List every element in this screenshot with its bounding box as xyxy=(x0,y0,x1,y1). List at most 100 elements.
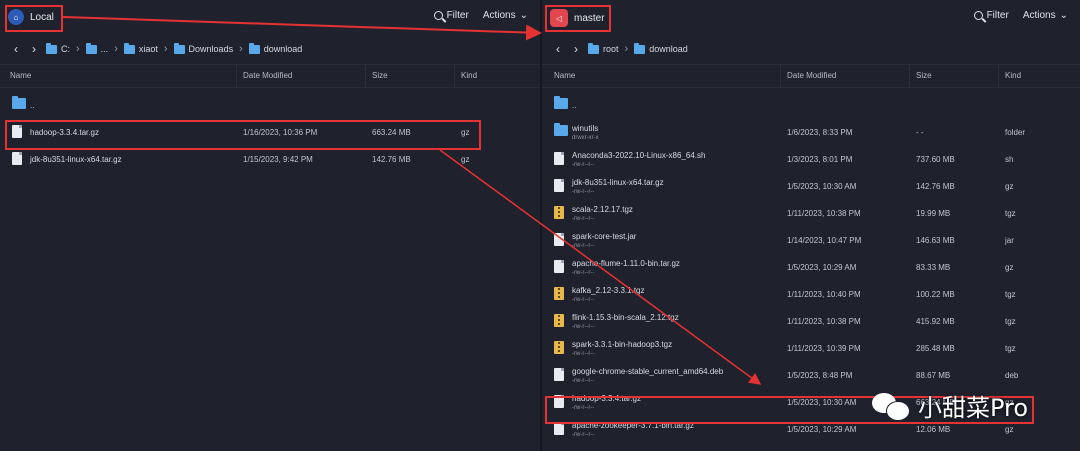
archive-icon xyxy=(554,314,564,327)
file-date: 1/14/2023, 10:47 PM xyxy=(787,236,862,245)
file-name: google-chrome-stable_current_amd64.deb xyxy=(572,367,724,376)
folder-icon xyxy=(588,42,599,54)
table-row[interactable]: jdk-8u351-linux-x64.tar.gz 1/15/2023, 9:4… xyxy=(0,146,540,173)
file-size: 12.06 MB xyxy=(916,425,951,434)
file-kind: deb xyxy=(1005,371,1019,380)
column-name[interactable]: Name xyxy=(554,71,575,80)
search-icon xyxy=(973,11,983,20)
breadcrumb-item[interactable]: Downloads xyxy=(173,42,233,54)
file-permissions: -rw-r--r-- xyxy=(572,216,595,222)
folder-icon xyxy=(85,42,97,54)
watermark: 小甜菜Pro xyxy=(872,388,1028,423)
file-name: jdk-8u351-linux-x64.tar.gz xyxy=(572,178,664,187)
table-row[interactable]: winutils drwxr-xr-x 1/6/2023, 8:33 PM - - fo… xyxy=(542,119,1080,146)
table-row[interactable]: apache-flume-1.11.0-bin.tar.gz -rw-r--r--… xyxy=(542,254,1080,281)
file-size: 285.48 MB xyxy=(916,344,955,353)
folder-icon xyxy=(554,96,568,109)
column-date-modified[interactable]: Date Modified xyxy=(243,71,292,80)
file-kind: tgz xyxy=(1005,209,1016,218)
file-size: 100.22 MB xyxy=(916,290,955,299)
file-size: 83.33 MB xyxy=(916,263,951,272)
table-row[interactable]: hadoop-3.3.4.tar.gz 1/16/2023, 10:36 PM 66… xyxy=(0,119,540,146)
file-permissions: -rw-r--r-- xyxy=(572,405,595,411)
table-row[interactable]: Anaconda3-2022.10-Linux-x86_64.sh -rw-r--… xyxy=(542,146,1080,173)
column-name[interactable]: Name xyxy=(10,71,31,80)
forward-arrow-icon[interactable]: › xyxy=(570,42,582,56)
home-icon: ⌂ xyxy=(8,9,24,25)
table-row[interactable]: scala-2.12.17.tgz -rw-r--r-- 1/11/2023, 10… xyxy=(542,200,1080,227)
back-arrow-icon[interactable]: ‹ xyxy=(10,42,22,56)
file-date: 1/5/2023, 10:30 AM xyxy=(787,398,857,407)
breadcrumb-item[interactable]: root xyxy=(588,42,619,54)
file-icon xyxy=(554,260,564,273)
column-kind[interactable]: Kind xyxy=(1005,71,1021,80)
breadcrumb-item[interactable]: ... xyxy=(85,42,108,54)
file-date: 1/5/2023, 10:29 AM xyxy=(787,263,857,272)
breadcrumb-item[interactable]: download xyxy=(634,42,688,54)
file-permissions: -rw-r--r-- xyxy=(572,243,595,249)
table-row[interactable]: .. xyxy=(542,92,1080,119)
file-permissions: -rw-r--r-- xyxy=(572,270,595,276)
column-size[interactable]: Size xyxy=(372,71,388,80)
breadcrumb-item[interactable]: xiaot xyxy=(123,42,158,54)
file-list: .. hadoop-3.3.4.tar.gz 1/16/2023, 10:36 PM… xyxy=(0,92,540,173)
archive-icon xyxy=(554,341,564,354)
file-date: 1/11/2023, 10:39 PM xyxy=(787,344,861,353)
column-kind[interactable]: Kind xyxy=(461,71,477,80)
wechat-icon xyxy=(872,391,912,421)
file-date: 1/5/2023, 8:48 PM xyxy=(787,371,853,380)
file-size: 142.76 MB xyxy=(916,182,955,191)
file-permissions: -rw-r--r-- xyxy=(572,297,595,303)
file-kind: gz xyxy=(461,155,470,164)
table-row[interactable]: .. xyxy=(0,92,540,119)
column-header: Name Date Modified Size Kind xyxy=(542,64,1080,88)
folder-icon xyxy=(123,42,135,54)
table-row[interactable]: kafka_2.12-3.3.1.tgz -rw-r--r-- 1/11/2023,… xyxy=(542,281,1080,308)
file-icon xyxy=(12,152,22,165)
table-row[interactable]: google-chrome-stable_current_amd64.deb -r… xyxy=(542,362,1080,389)
table-row[interactable]: flink-1.15.3-bin-scala_2.12.tgz -rw-r--r-… xyxy=(542,308,1080,335)
folder-icon xyxy=(634,42,646,54)
file-kind: tgz xyxy=(1005,290,1016,299)
file-kind: folder xyxy=(1005,128,1026,137)
file-size: 415.92 MB xyxy=(916,317,955,326)
file-date: 1/16/2023, 10:36 PM xyxy=(243,128,318,137)
file-name: hadoop-3.3.4.tar.gz xyxy=(572,394,641,403)
file-icon xyxy=(12,125,22,138)
file-date: 1/11/2023, 10:38 PM xyxy=(787,317,861,326)
file-name: .. xyxy=(572,101,577,110)
breadcrumb: ‹ › C: › ... › xiaot › Downloads › downl… xyxy=(0,39,540,59)
table-row[interactable]: spark-core-test.jar -rw-r--r-- 1/14/2023, … xyxy=(542,227,1080,254)
chevron-right-icon: › xyxy=(239,43,243,55)
local-host-tab[interactable]: ⌂ Local xyxy=(8,9,54,25)
file-size: 88.67 MB xyxy=(916,371,951,380)
file-name: spark-core-test.jar xyxy=(572,232,637,241)
file-date: 1/11/2023, 10:40 PM xyxy=(787,290,861,299)
file-kind: gz xyxy=(1005,425,1014,434)
table-row[interactable]: jdk-8u351-linux-x64.tar.gz -rw-r--r-- 1/5/… xyxy=(542,173,1080,200)
file-permissions: -rw-r--r-- xyxy=(572,189,595,195)
actions-button[interactable]: Actions ⌄ xyxy=(483,10,528,21)
file-size: - - xyxy=(916,128,924,137)
search-icon xyxy=(433,11,443,20)
forward-arrow-icon[interactable]: › xyxy=(28,42,40,56)
file-icon xyxy=(554,152,564,165)
column-date-modified[interactable]: Date Modified xyxy=(787,71,836,80)
chevron-right-icon: › xyxy=(163,43,168,55)
file-kind: jar xyxy=(1005,236,1014,245)
file-icon xyxy=(554,179,564,192)
table-row[interactable]: spark-3.3.1-bin-hadoop3.tgz -rw-r--r-- 1/1… xyxy=(542,335,1080,362)
file-permissions: drwxr-xr-x xyxy=(572,135,599,141)
actions-button[interactable]: Actions ⌄ xyxy=(1023,10,1068,21)
breadcrumb-item[interactable]: C: xyxy=(46,42,70,54)
remote-pane: ◁ master Filter Actions ⌄ ‹ › root › dow… xyxy=(542,0,1080,451)
remote-host-tab[interactable]: ◁ master xyxy=(550,9,605,27)
file-size: 663.24 MB xyxy=(372,128,411,137)
back-arrow-icon[interactable]: ‹ xyxy=(552,42,564,56)
breadcrumb-item[interactable]: download xyxy=(248,42,302,54)
remote-header: ◁ master Filter Actions ⌄ xyxy=(542,0,1080,36)
filter-button[interactable]: Filter xyxy=(973,10,1009,21)
file-name: winutils xyxy=(572,124,599,133)
column-size[interactable]: Size xyxy=(916,71,932,80)
filter-button[interactable]: Filter xyxy=(433,10,469,21)
